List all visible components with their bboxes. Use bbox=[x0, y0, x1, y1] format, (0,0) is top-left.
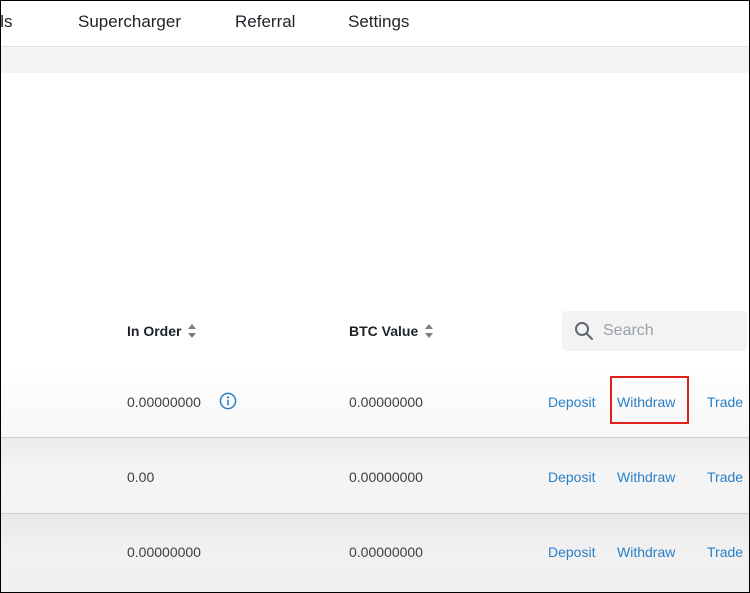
trade-link[interactable]: Trade bbox=[707, 544, 743, 560]
in-order-value: 0.00 bbox=[127, 469, 155, 485]
deposit-link[interactable]: Deposit bbox=[548, 469, 595, 485]
table-row: 0.00000000 0.00000000 Deposit Withdraw T… bbox=[1, 514, 749, 592]
column-header-label: BTC Value bbox=[349, 323, 419, 339]
withdraw-link[interactable]: Withdraw bbox=[617, 394, 675, 410]
column-header-label: In Order bbox=[127, 323, 182, 339]
table-row: 0.00000000 0.00000000 Deposit Withdraw T… bbox=[1, 364, 749, 438]
search-placeholder: Search bbox=[603, 322, 654, 339]
sort-arrows-icon bbox=[188, 324, 197, 338]
nav-item-supercharger[interactable]: Supercharger bbox=[78, 12, 181, 32]
column-header-in-order[interactable]: In Order bbox=[127, 323, 197, 339]
search-icon bbox=[575, 322, 593, 340]
info-icon[interactable] bbox=[219, 392, 237, 410]
deposit-link[interactable]: Deposit bbox=[548, 544, 595, 560]
withdraw-link[interactable]: Withdraw bbox=[617, 469, 675, 485]
btc-value: 0.00000000 bbox=[349, 394, 423, 410]
column-header-btc-value[interactable]: BTC Value bbox=[349, 323, 434, 339]
in-order-value: 0.00000000 bbox=[127, 544, 201, 560]
app-frame: ails Supercharger Referral Settings In O… bbox=[0, 0, 750, 593]
btc-value: 0.00000000 bbox=[349, 469, 423, 485]
sort-arrows-icon bbox=[425, 324, 434, 338]
nav-item-referral[interactable]: Referral bbox=[235, 12, 295, 32]
trade-link[interactable]: Trade bbox=[707, 394, 743, 410]
in-order-value: 0.00000000 bbox=[127, 394, 201, 410]
table-row: 0.00 0.00000000 Deposit Withdraw Trade bbox=[1, 438, 749, 514]
withdraw-link[interactable]: Withdraw bbox=[617, 544, 675, 560]
sub-bar bbox=[1, 47, 749, 73]
btc-value: 0.00000000 bbox=[349, 544, 423, 560]
deposit-link[interactable]: Deposit bbox=[548, 394, 595, 410]
search-input[interactable]: Search bbox=[562, 311, 747, 351]
top-nav: ails Supercharger Referral Settings bbox=[1, 1, 749, 47]
nav-item-details[interactable]: ails bbox=[1, 12, 13, 32]
nav-item-settings[interactable]: Settings bbox=[348, 12, 409, 32]
trade-link[interactable]: Trade bbox=[707, 469, 743, 485]
